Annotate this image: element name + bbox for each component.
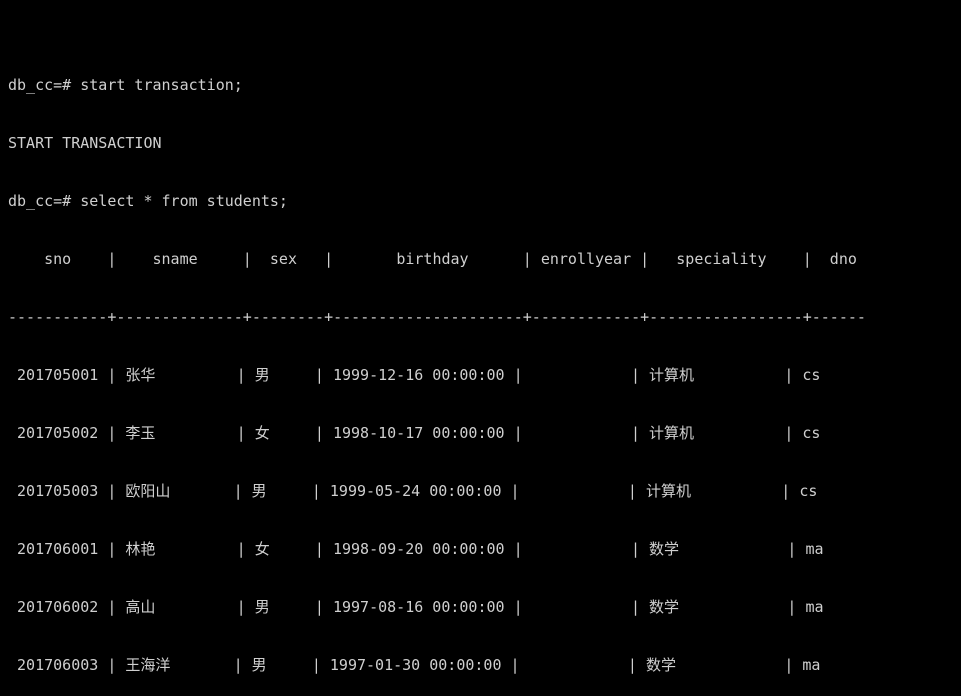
table-row: 201706003 | 王海洋 | 男 | 1997-01-30 00:00:0… (8, 656, 821, 675)
terminal-screen[interactable]: db_cc=# start transaction; START TRANSAC… (0, 0, 961, 696)
terminal-line: START TRANSACTION (8, 134, 162, 153)
table-row: 201705003 | 欧阳山 | 男 | 1999-05-24 00:00:0… (8, 482, 818, 501)
terminal-line: db_cc=# start transaction; (8, 76, 243, 95)
result-table-separator: -----------+--------------+--------+----… (8, 308, 866, 327)
table-row: 201706002 | 高山 | 男 | 1997-08-16 00:00:00… (8, 598, 824, 617)
result-table-header: sno | sname | sex | birthday | enrollyea… (8, 250, 857, 269)
table-row: 201705001 | 张华 | 男 | 1999-12-16 00:00:00… (8, 366, 821, 385)
terminal-line: db_cc=# select * from students; (8, 192, 288, 211)
table-row: 201706001 | 林艳 | 女 | 1998-09-20 00:00:00… (8, 540, 824, 559)
table-row: 201705002 | 李玉 | 女 | 1998-10-17 00:00:00… (8, 424, 821, 443)
